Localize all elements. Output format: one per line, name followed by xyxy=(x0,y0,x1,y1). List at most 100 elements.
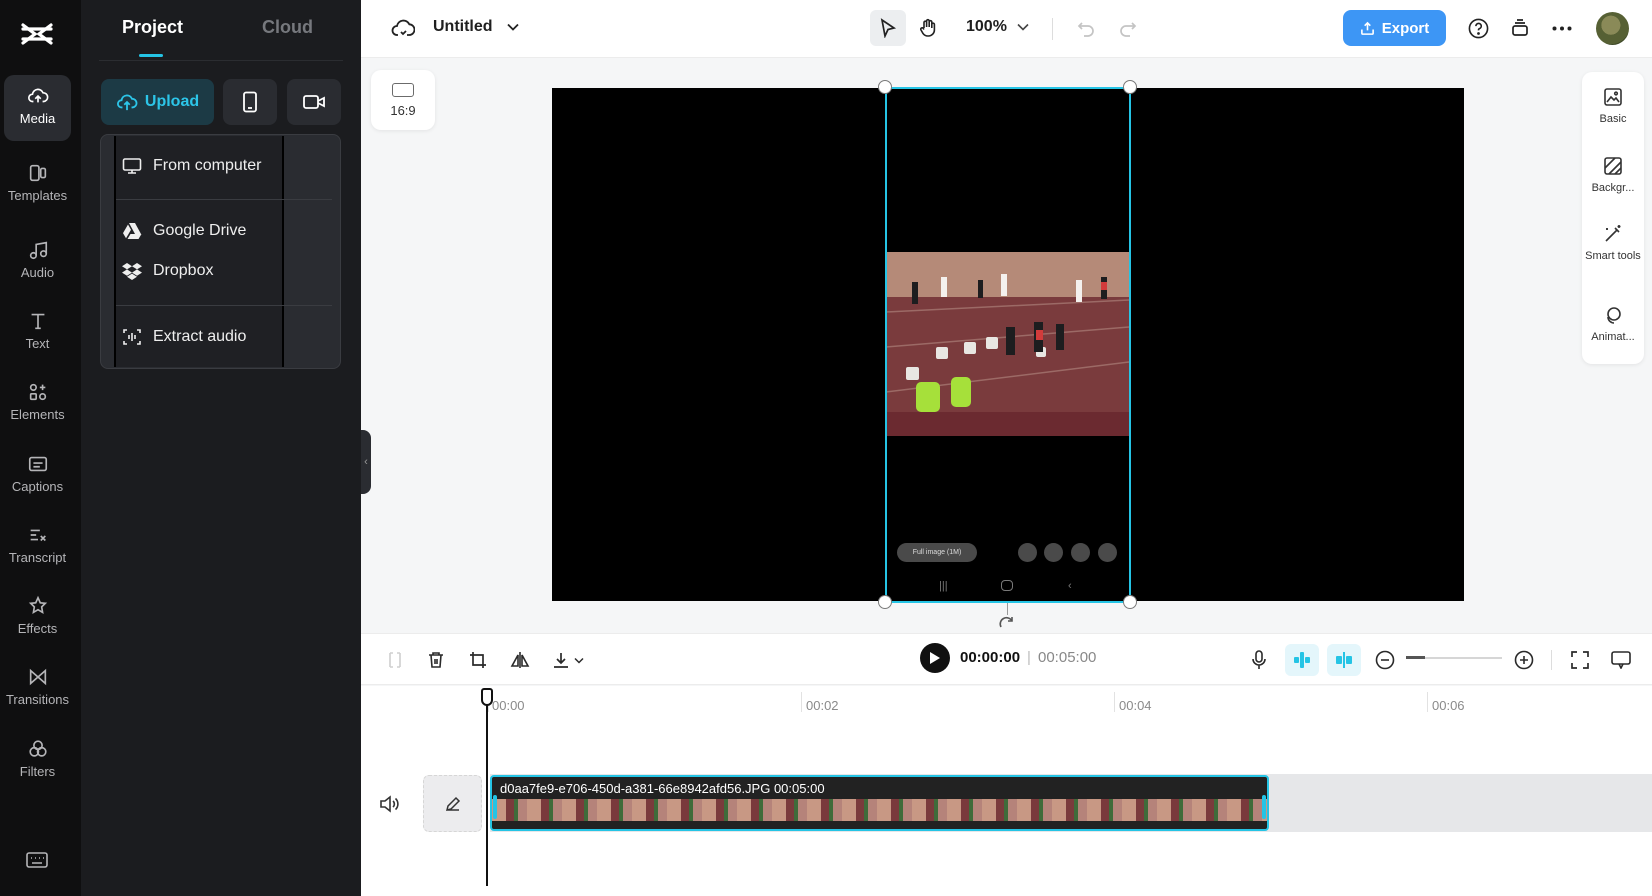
capcut-logo-icon xyxy=(21,23,53,45)
upload-dropdown: From computer Google Drive Dropbox Extra… xyxy=(114,136,332,367)
tab-divider xyxy=(99,60,343,61)
menu-item-from-computer[interactable]: From computer xyxy=(122,152,342,180)
prop-basic[interactable]: Basic xyxy=(1582,87,1644,126)
magic-wand-icon xyxy=(1605,225,1621,242)
link-clips-button[interactable] xyxy=(1327,644,1361,676)
tab-project[interactable]: Project xyxy=(122,17,183,38)
export-button[interactable]: Export xyxy=(1343,10,1446,46)
prop-animation[interactable]: Animat... xyxy=(1582,305,1644,344)
rail-item-effects[interactable]: Effects xyxy=(4,585,71,651)
resize-handle-bottom-left[interactable] xyxy=(878,595,892,609)
microphone-button[interactable] xyxy=(1243,644,1275,676)
time-separator: | xyxy=(1027,649,1031,666)
rail-label: Text xyxy=(25,336,50,351)
cloud-upload-icon xyxy=(27,88,48,103)
rail-label: Audio xyxy=(20,265,55,280)
record-video-button[interactable] xyxy=(287,79,341,125)
zoom-dropdown[interactable]: 100% xyxy=(966,18,1029,36)
hand-icon xyxy=(919,18,936,37)
rail-item-transcript[interactable]: Transcript xyxy=(4,514,71,580)
aspect-ratio-button[interactable]: 16:9 xyxy=(371,70,435,130)
video-camera-icon xyxy=(303,95,325,109)
flip-button[interactable] xyxy=(504,644,536,676)
rail-label: Filters xyxy=(19,764,56,779)
keyboard-icon[interactable] xyxy=(25,850,49,870)
resize-handle-top-right[interactable] xyxy=(1123,80,1137,94)
playhead-line[interactable] xyxy=(486,688,488,886)
play-button[interactable] xyxy=(920,643,950,673)
rail-item-audio[interactable]: Audio xyxy=(4,229,71,295)
help-icon[interactable] xyxy=(1468,18,1489,39)
menu-item-google-drive[interactable]: Google Drive xyxy=(122,217,342,245)
menu-item-dropbox[interactable]: Dropbox xyxy=(122,257,342,285)
collapse-panel-handle[interactable]: ‹ xyxy=(361,430,371,494)
elements-icon xyxy=(29,383,46,401)
rail-label: Captions xyxy=(11,479,64,494)
upload-button[interactable]: Upload xyxy=(101,79,214,125)
rail-item-text[interactable]: Text xyxy=(4,300,71,366)
edit-cover-button[interactable] xyxy=(423,775,482,832)
text-icon xyxy=(31,313,44,330)
hand-tool-button[interactable] xyxy=(910,10,946,46)
playhead-handle[interactable] xyxy=(481,688,493,706)
rotate-handle-icon[interactable] xyxy=(998,615,1016,629)
rail-label: Elements xyxy=(10,407,65,422)
comment-button[interactable] xyxy=(1605,644,1637,676)
project-panel: Project Cloud Upload From computer Googl… xyxy=(81,0,361,896)
monitor-icon xyxy=(122,158,142,174)
download-icon xyxy=(554,653,568,668)
crop-button[interactable] xyxy=(462,644,494,676)
more-options-icon[interactable] xyxy=(1552,26,1572,31)
user-avatar[interactable] xyxy=(1596,12,1629,45)
auto-snap-button[interactable] xyxy=(1285,644,1319,676)
tab-cloud[interactable]: Cloud xyxy=(262,17,313,38)
layers-stack-icon[interactable] xyxy=(1510,18,1530,38)
selected-clip-frame[interactable] xyxy=(885,87,1131,603)
clip-thumbnails xyxy=(492,799,1267,821)
resize-handle-top-left[interactable] xyxy=(878,80,892,94)
trash-icon xyxy=(429,652,443,668)
phone-upload-button[interactable] xyxy=(223,79,277,125)
cloud-upload-icon xyxy=(116,94,138,111)
templates-icon xyxy=(29,164,46,182)
menu-divider xyxy=(116,199,332,200)
zoom-in-button[interactable] xyxy=(1508,644,1540,676)
split-button[interactable] xyxy=(379,644,411,676)
project-title-dropdown[interactable]: Untitled xyxy=(433,18,519,36)
clip-trim-handle-left[interactable] xyxy=(493,795,497,819)
ruler-label: 00:00 xyxy=(492,698,525,713)
prop-smart-tools[interactable]: Smart tools xyxy=(1582,224,1644,263)
track-audio-toggle-icon[interactable] xyxy=(379,795,399,813)
rail-item-filters[interactable]: Filters xyxy=(4,728,71,794)
delete-button[interactable] xyxy=(420,644,452,676)
timeline-zoom-fill xyxy=(1406,656,1425,659)
prop-background[interactable]: Backgr... xyxy=(1582,156,1644,195)
effects-star-icon xyxy=(28,595,47,615)
menu-item-extract-audio[interactable]: Extract audio xyxy=(122,323,342,351)
undo-icon[interactable] xyxy=(1077,19,1095,37)
timeline-clip[interactable]: d0aa7fe9-e706-450d-a381-66e8942afd56.JPG… xyxy=(490,775,1269,831)
dropbox-icon xyxy=(122,263,142,280)
flip-icon xyxy=(510,652,530,668)
chevron-down-icon xyxy=(574,657,584,664)
rail-item-transitions[interactable]: Transitions xyxy=(4,656,71,722)
ruler-tick xyxy=(1114,692,1115,712)
cloud-save-icon[interactable] xyxy=(391,17,415,39)
rail-item-captions[interactable]: Captions xyxy=(4,443,71,509)
clip-trim-handle-right[interactable] xyxy=(1262,795,1266,819)
fit-timeline-button[interactable] xyxy=(1564,644,1596,676)
select-tool-button[interactable] xyxy=(870,10,906,46)
transitions-icon xyxy=(29,668,46,686)
transcript-icon xyxy=(30,529,46,542)
rail-item-media[interactable]: Media xyxy=(4,75,71,141)
redo-icon[interactable] xyxy=(1119,19,1137,37)
split-icon xyxy=(389,652,401,668)
zoom-out-button[interactable] xyxy=(1369,644,1401,676)
rail-item-templates[interactable]: Templates xyxy=(4,152,71,218)
rail-item-elements[interactable]: Elements xyxy=(4,371,71,437)
download-dropdown-button[interactable] xyxy=(546,644,590,676)
music-note-icon xyxy=(29,241,47,260)
resize-handle-bottom-right[interactable] xyxy=(1123,595,1137,609)
total-duration: 00:05:00 xyxy=(1038,649,1097,666)
chevron-down-icon xyxy=(506,23,519,31)
